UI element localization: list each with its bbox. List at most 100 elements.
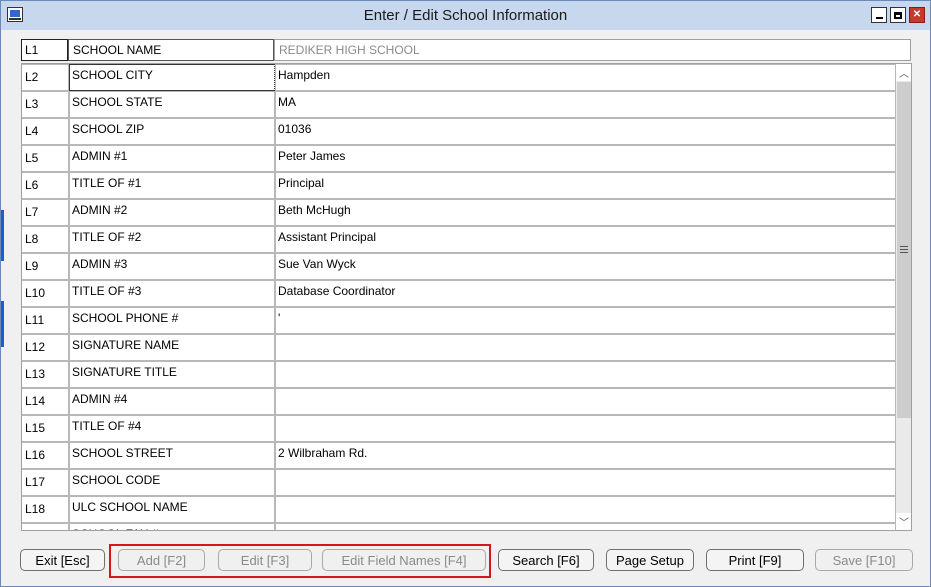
chevron-up-icon: ︿ (899, 69, 909, 80)
table-row: L2 SCHOOL CITY Hampden (22, 64, 896, 91)
field-value-cell[interactable]: 01036 (275, 118, 896, 145)
scroll-down-button[interactable]: ﹀ (896, 513, 911, 530)
table-row: L14 ADMIN #4 (22, 388, 896, 415)
field-value-cell[interactable]: Hampden (275, 64, 896, 91)
field-name-cell[interactable]: TITLE OF #4 (69, 415, 275, 442)
table-row: L5 ADMIN #1 Peter James (22, 145, 896, 172)
field-name-cell[interactable]: TITLE OF #3 (69, 280, 275, 307)
line-number-cell: L19 (22, 523, 69, 530)
table-row: L17 SCHOOL CODE (22, 469, 896, 496)
line-number-cell: L2 (22, 64, 69, 91)
line-number-cell: L4 (22, 118, 69, 145)
table-row: L13 SIGNATURE TITLE (22, 361, 896, 388)
line-number-cell: L10 (22, 280, 69, 307)
field-name-cell[interactable]: ADMIN #1 (69, 145, 275, 172)
school-info-grid: L2 SCHOOL CITY Hampden L3 SCHOOL STATE MA L4 SC… (21, 63, 912, 531)
page-setup-button[interactable]: Page Setup (606, 549, 694, 571)
chevron-down-icon: ﹀ (899, 518, 909, 529)
minimize-button[interactable] (871, 7, 887, 23)
close-icon: ✕ (912, 9, 922, 20)
table-row: L9 ADMIN #3 Sue Van Wyck (22, 253, 896, 280)
line-number-cell: L18 (22, 496, 69, 523)
field-name-cell[interactable]: SCHOOL PHONE # (69, 307, 275, 334)
field-name-cell[interactable]: SCHOOL CODE (69, 469, 275, 496)
field-value-cell[interactable] (275, 388, 896, 415)
line-number-cell: L14 (22, 388, 69, 415)
line-number-cell: L13 (22, 361, 69, 388)
table-row: L3 SCHOOL STATE MA (22, 91, 896, 118)
field-value-cell[interactable]: Peter James (275, 145, 896, 172)
field-value-cell[interactable] (275, 496, 896, 523)
table-row: L18 ULC SCHOOL NAME (22, 496, 896, 523)
search-button[interactable]: Search [F6] (498, 549, 594, 571)
maximize-icon (894, 11, 902, 19)
window-edge-accent (1, 301, 4, 347)
field-name-cell[interactable]: SIGNATURE NAME (69, 334, 275, 361)
scroll-up-button[interactable]: ︿ (896, 64, 911, 81)
field-name-cell[interactable]: SCHOOL ZIP (69, 118, 275, 145)
table-row: L12 SIGNATURE NAME (22, 334, 896, 361)
field-name-cell[interactable]: SCHOOL FAX # (69, 523, 275, 530)
field-value-cell[interactable]: ' (275, 307, 896, 334)
title-bar[interactable]: Enter / Edit School Information ✕ (1, 1, 930, 30)
highlight-box (109, 544, 491, 578)
field-name-cell[interactable]: SCHOOL CITY (69, 64, 275, 91)
field-name-cell[interactable]: ADMIN #3 (69, 253, 275, 280)
minimize-icon (875, 17, 883, 19)
field-name-cell[interactable]: ULC SCHOOL NAME (69, 496, 275, 523)
field-name-cell[interactable]: TITLE OF #1 (69, 172, 275, 199)
table-row: L10 TITLE OF #3 Database Coordinator (22, 280, 896, 307)
save-button[interactable]: Save [F10] (815, 549, 913, 571)
line-number-cell: L11 (22, 307, 69, 334)
table-row: L6 TITLE OF #1 Principal (22, 172, 896, 199)
close-button[interactable]: ✕ (909, 7, 925, 23)
table-row: L8 TITLE OF #2 Assistant Principal (22, 226, 896, 253)
table-row: L15 TITLE OF #4 (22, 415, 896, 442)
table-row: L19SCHOOL FAX # (22, 523, 896, 530)
field-name-cell[interactable]: ADMIN #2 (69, 199, 275, 226)
table-row: L16 SCHOOL STREET 2 Wilbraham Rd. (22, 442, 896, 469)
field-name-cell[interactable]: SIGNATURE TITLE (69, 361, 275, 388)
line-number-cell: L12 (22, 334, 69, 361)
field-value-cell[interactable] (275, 469, 896, 496)
table-row: L7 ADMIN #2 Beth McHugh (22, 199, 896, 226)
field-value-cell[interactable] (275, 361, 896, 388)
field-name-cell[interactable]: ADMIN #4 (69, 388, 275, 415)
field-value-cell[interactable] (275, 334, 896, 361)
print-button[interactable]: Print [F9] (706, 549, 804, 571)
header-field-label: SCHOOL NAME (68, 39, 274, 61)
header-row: L1 SCHOOL NAME REDIKER HIGH SCHOOL (21, 39, 911, 61)
school-name-field[interactable]: REDIKER HIGH SCHOOL (274, 39, 911, 61)
field-value-cell[interactable]: 2 Wilbraham Rd. (275, 442, 896, 469)
main-window: Enter / Edit School Information ✕ L1 SCH… (0, 0, 931, 587)
table-row: L11 SCHOOL PHONE # ' (22, 307, 896, 334)
vertical-scrollbar[interactable]: ︿ ﹀ (896, 64, 911, 530)
window-title: Enter / Edit School Information (363, 7, 568, 24)
line-number-cell: L7 (22, 199, 69, 226)
window-edge-accent (1, 210, 4, 261)
field-value-cell[interactable]: Beth McHugh (275, 199, 896, 226)
field-value-cell[interactable]: Sue Van Wyck (275, 253, 896, 280)
line-number-cell: L3 (22, 91, 69, 118)
field-name-cell[interactable]: SCHOOL STREET (69, 442, 275, 469)
field-name-cell[interactable]: SCHOOL STATE (69, 91, 275, 118)
line-number-cell: L17 (22, 469, 69, 496)
line-number-cell: L15 (22, 415, 69, 442)
line-number-cell: L5 (22, 145, 69, 172)
scroll-thumb[interactable] (897, 82, 911, 418)
line-number-cell: L16 (22, 442, 69, 469)
line-number-cell: L8 (22, 226, 69, 253)
field-value-cell[interactable] (275, 415, 896, 442)
line-number-cell: L6 (22, 172, 69, 199)
field-value-cell[interactable]: Database Coordinator (275, 280, 896, 307)
field-value-cell[interactable] (275, 523, 896, 530)
line-number-cell: L9 (22, 253, 69, 280)
field-value-cell[interactable]: Assistant Principal (275, 226, 896, 253)
maximize-button[interactable] (890, 7, 906, 23)
header-line-label: L1 (21, 39, 68, 61)
field-value-cell[interactable]: MA (275, 91, 896, 118)
table-row: L4 SCHOOL ZIP 01036 (22, 118, 896, 145)
exit-button[interactable]: Exit [Esc] (20, 549, 105, 571)
field-name-cell[interactable]: TITLE OF #2 (69, 226, 275, 253)
field-value-cell[interactable]: Principal (275, 172, 896, 199)
